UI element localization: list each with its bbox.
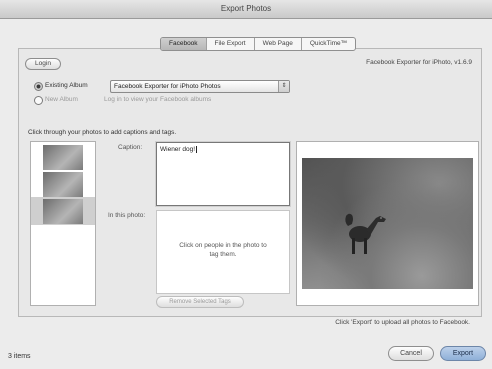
in-this-photo-label: In this photo:	[108, 212, 146, 219]
existing-album-label: Existing Album	[45, 82, 88, 89]
login-hint: Log in to view your Facebook albums	[104, 96, 212, 103]
existing-album-radio[interactable]	[34, 82, 43, 91]
cancel-button[interactable]: Cancel	[388, 346, 434, 361]
tab-file-export[interactable]: File Export	[207, 38, 255, 50]
updown-arrows-icon: ⇕	[278, 81, 289, 92]
caption-instructions: Click through your photos to add caption…	[28, 129, 177, 136]
dog-photo[interactable]	[302, 158, 473, 289]
dachshund-figure	[345, 213, 386, 254]
new-album-radio[interactable]	[34, 96, 43, 105]
tab-quicktime[interactable]: QuickTime™	[302, 38, 355, 50]
tag-list[interactable]: Click on people in the photo to tag them…	[156, 210, 290, 294]
title-bar: Export Photos	[0, 0, 492, 19]
tab-facebook[interactable]: Facebook	[161, 38, 207, 50]
plugin-version: Facebook Exporter for iPhoto, v1.6.9	[366, 59, 472, 66]
caption-field[interactable]: Wiener dog!	[156, 142, 290, 206]
export-tabs: Facebook File Export Web Page QuickTime™	[160, 37, 357, 51]
export-button[interactable]: Export	[440, 346, 486, 361]
photo-preview	[296, 141, 479, 306]
item-count: 3 items	[8, 353, 31, 360]
caption-label: Caption:	[118, 144, 143, 151]
album-select[interactable]: Facebook Exporter for iPhoto Photos ⇕	[110, 80, 290, 93]
photo-thumbnail[interactable]	[43, 145, 83, 170]
tag-hint: Click on people in the photo to tag them…	[179, 242, 267, 258]
caption-field-value: Wiener dog!	[160, 146, 196, 154]
remove-selected-tags-button[interactable]: Remove Selected Tags	[156, 296, 244, 308]
window-title: Export Photos	[220, 4, 272, 13]
new-album-label: New Album	[45, 96, 78, 103]
tab-web-page[interactable]: Web Page	[255, 38, 302, 50]
login-button[interactable]: Login	[25, 58, 61, 70]
photo-thumbnail-list[interactable]	[30, 141, 96, 306]
upload-note: Click 'Export' to upload all photos to F…	[335, 319, 470, 326]
photo-thumbnail[interactable]	[43, 172, 83, 197]
photo-thumbnail[interactable]	[43, 199, 83, 224]
album-select-value: Facebook Exporter for iPhoto Photos	[114, 83, 221, 90]
